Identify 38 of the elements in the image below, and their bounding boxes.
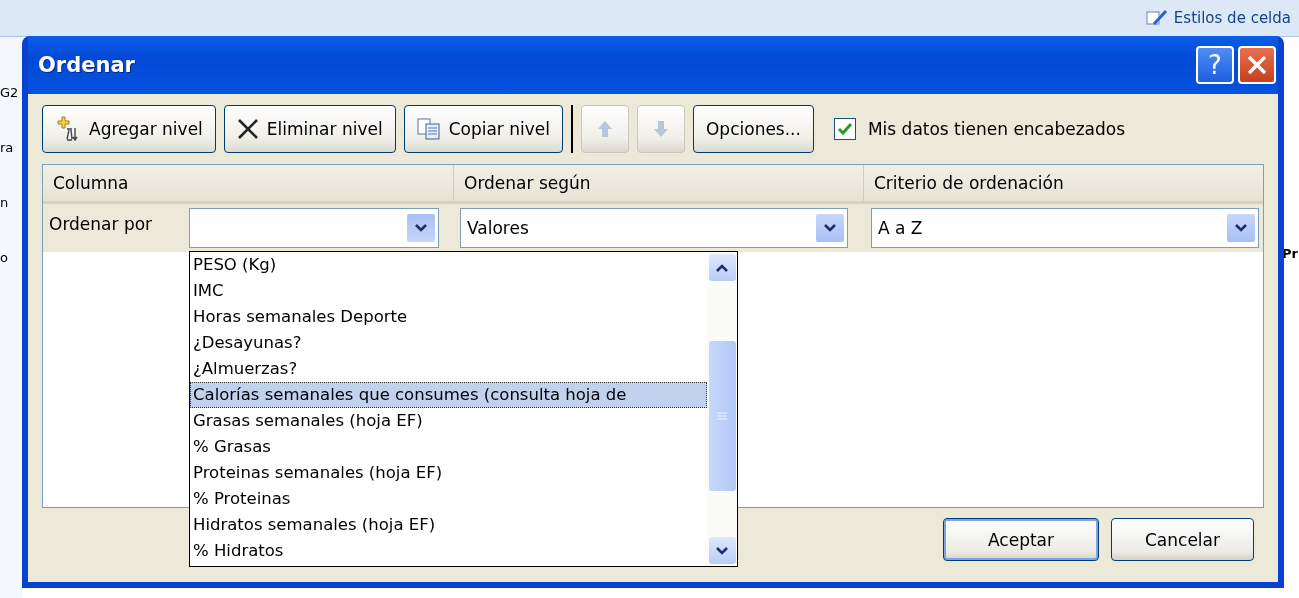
sort-on-dropdown[interactable]: Valores [460, 208, 848, 248]
arrow-down-icon [653, 120, 669, 138]
sheet-text: n [0, 195, 10, 210]
sheet-text: o [0, 250, 9, 265]
column-dropdown[interactable] [189, 208, 439, 248]
scroll-thumb[interactable] [708, 341, 736, 491]
column-header: Criterio de ordenación [863, 165, 1263, 201]
chevron-up-icon [715, 262, 729, 273]
help-button[interactable]: ? [1196, 46, 1234, 84]
chevron-down-icon [823, 223, 837, 233]
arrow-up-icon [597, 120, 613, 138]
accept-button[interactable]: Aceptar [943, 518, 1099, 561]
copy-icon [416, 118, 441, 140]
delete-level-button[interactable]: Eliminar nivel [223, 105, 396, 153]
column-header: Columna [52, 172, 130, 195]
cell-styles-label[interactable]: Estilos de celda [1173, 9, 1291, 27]
add-level-button[interactable]: Agregar nivel [42, 105, 216, 153]
options-button[interactable]: Opciones... [693, 105, 814, 153]
list-item[interactable]: Calorías semanales que consumes (consulta hoja de [190, 382, 707, 408]
scrollbar[interactable] [707, 252, 737, 566]
close-icon [1246, 54, 1268, 76]
chevron-down-icon [414, 223, 428, 233]
column-header: Ordenar según [453, 165, 863, 201]
sheet-text: G2 [0, 85, 20, 100]
copy-level-button[interactable]: Copiar nivel [403, 105, 563, 153]
order-dropdown[interactable]: A a Z [871, 208, 1259, 248]
x-icon [236, 118, 259, 140]
close-button[interactable] [1238, 46, 1276, 84]
checkbox-label[interactable]: Mis datos tienen encabezados [867, 119, 1126, 139]
cancel-button[interactable]: Cancelar [1111, 518, 1254, 561]
row-label: Ordenar por [48, 213, 154, 234]
sort-level-row[interactable]: Ordenar por Valores A a Z [43, 204, 1263, 252]
checkbox[interactable] [833, 118, 856, 140]
sheet-text: ra [0, 140, 15, 155]
chevron-down-icon [1234, 223, 1248, 233]
window-title: Ordenar [38, 53, 135, 77]
chevron-down-icon [715, 545, 729, 556]
brush-icon [1145, 8, 1168, 28]
